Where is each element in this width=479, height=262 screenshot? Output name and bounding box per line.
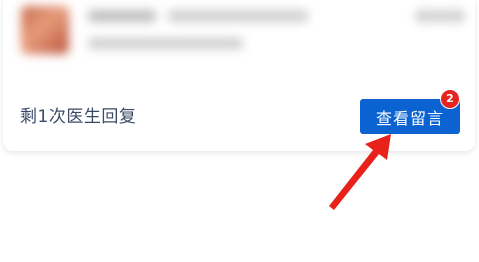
remaining-replies-text: 剩1次医生回复 xyxy=(20,107,137,127)
red-arrow-icon xyxy=(329,134,391,210)
screen: 剩1次医生回复 查看留言 2 xyxy=(0,0,479,262)
blurred-detail xyxy=(88,38,243,49)
blurred-title xyxy=(168,10,308,22)
unread-badge: 2 xyxy=(440,89,460,109)
blurred-status xyxy=(415,10,465,22)
blurred-doctor-info xyxy=(3,0,475,66)
blurred-name xyxy=(88,10,156,22)
doctor-avatar xyxy=(21,6,69,54)
